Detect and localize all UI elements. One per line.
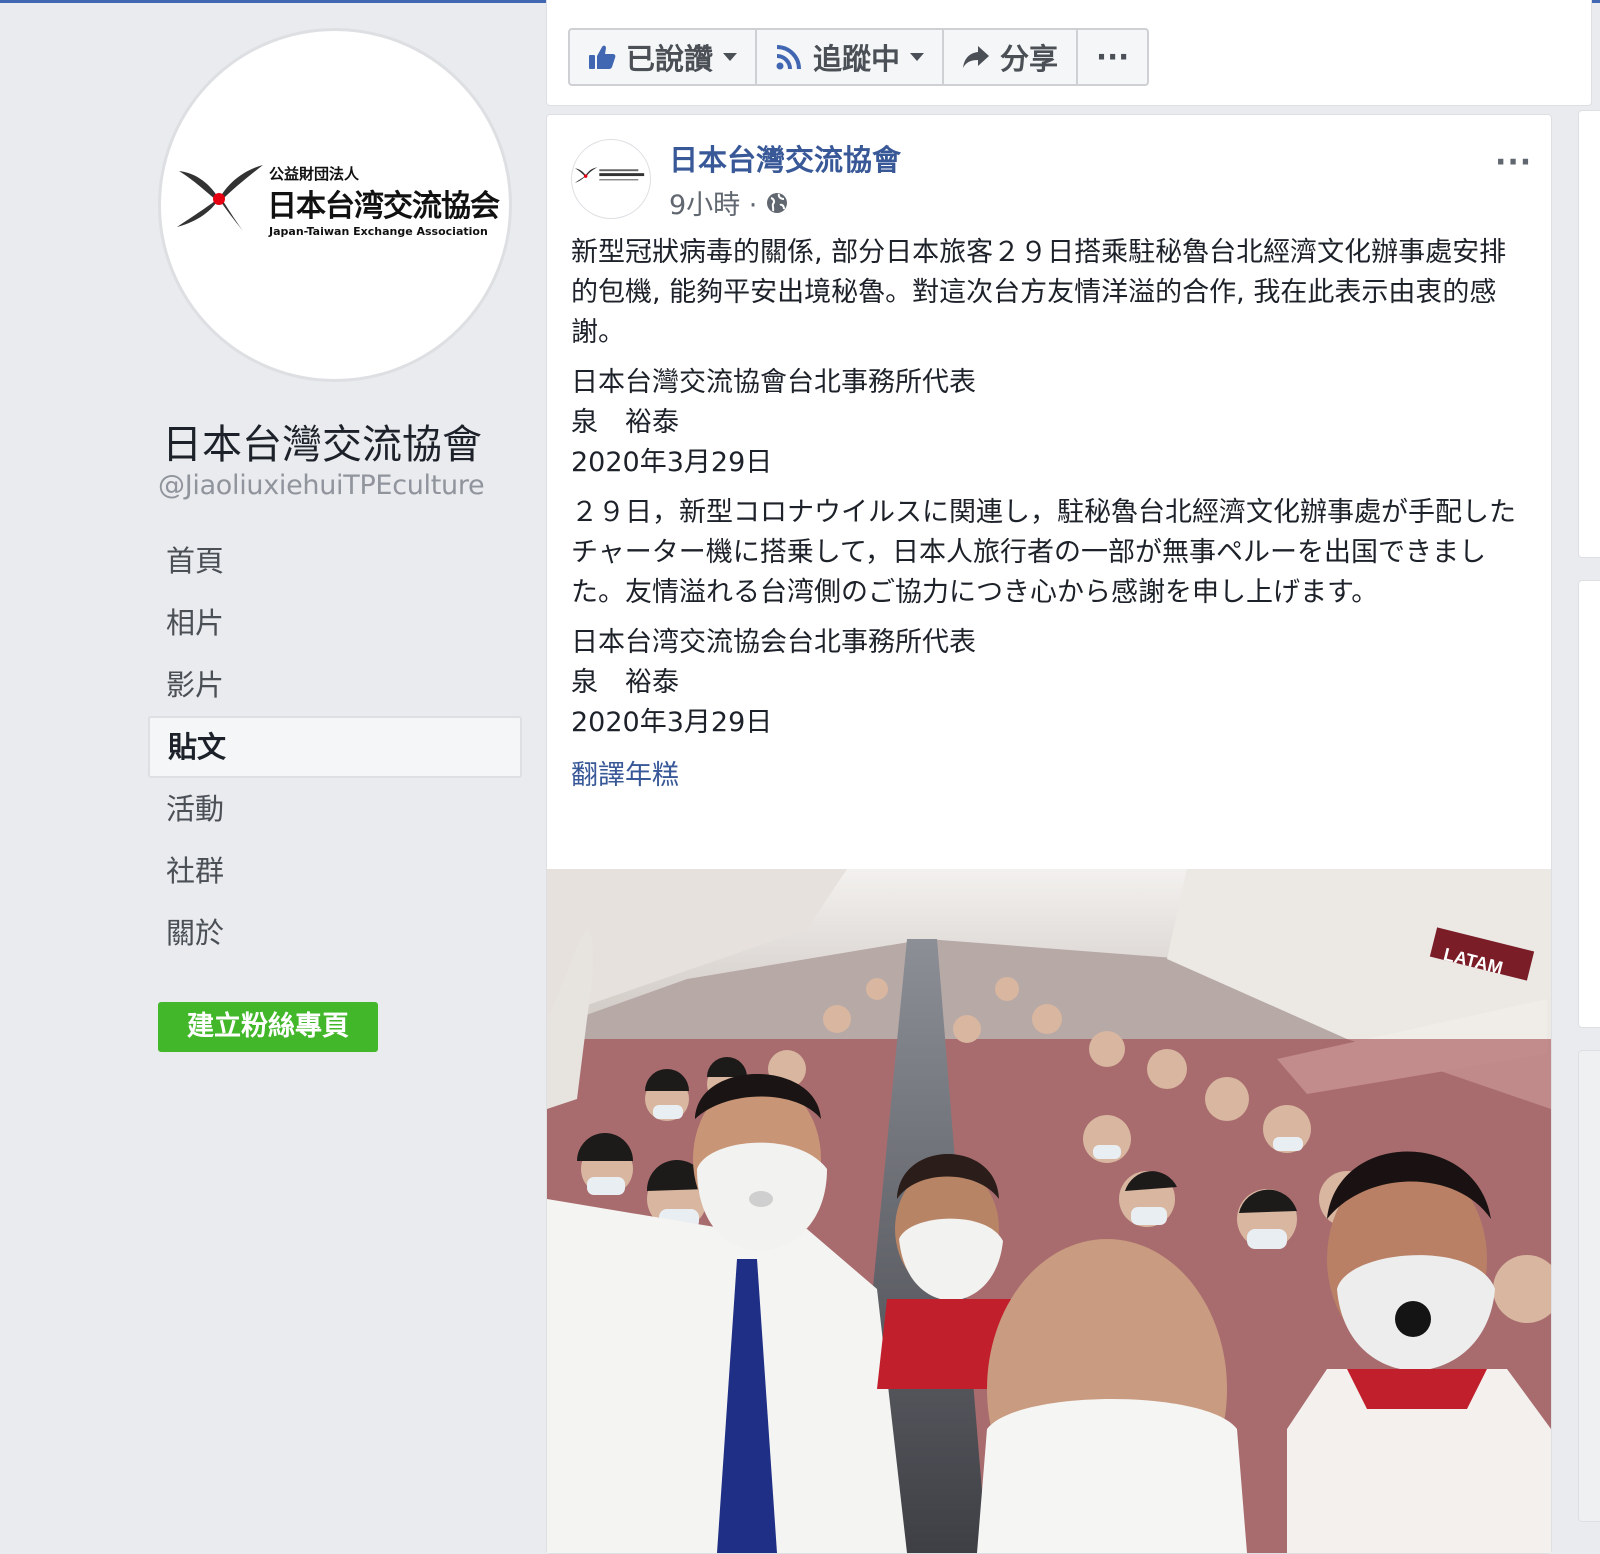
following-button[interactable]: 追蹤中: [757, 30, 945, 84]
nav-item-about[interactable]: 關於: [148, 902, 522, 964]
post-paragraph-ja: ２９日，新型コロナウイルスに関連し，駐秘魯台北經濟文化辦事處が手配したチャーター…: [571, 497, 1516, 608]
nav-item-posts[interactable]: 貼文: [148, 716, 522, 778]
post-timestamp[interactable]: 9小時 ·: [669, 183, 757, 222]
translate-link[interactable]: 翻譯年糕: [571, 753, 1533, 792]
logo-mark-icon: [574, 167, 645, 183]
post-author-name[interactable]: 日本台灣交流協會: [669, 137, 901, 179]
more-dots-icon: ···: [1096, 40, 1130, 74]
page-nav: 首頁 相片 影片 貼文 活動 社群 關於: [148, 530, 522, 964]
post-photo[interactable]: LATAM: [547, 869, 1551, 1553]
page-action-bar: 已說讚 追蹤中 分享 ···: [568, 28, 1150, 86]
post-paragraph-zh: 新型冠狀病毒的關係, 部分日本旅客２９日搭乘駐秘魯台北經濟文化辦事處安排的包機,…: [571, 237, 1507, 348]
page-logo: 公益財団法人 日本台湾交流協会 Japan-Taiwan Exchange As…: [171, 151, 501, 261]
airplane-cabin-selfie-image: LATAM: [547, 869, 1551, 1553]
post-signature-zh: 日本台灣交流協會台北事務所代表 泉 裕泰 2020年3月29日: [571, 367, 976, 478]
page-profile-picture[interactable]: 公益財団法人 日本台湾交流協会 Japan-Taiwan Exchange As…: [158, 28, 512, 382]
post-card: 日本台灣交流協會 9小時 · ··· 新型冠狀病毒的關係, 部分日本旅客２９日搭…: [546, 114, 1552, 1554]
post-signature-ja: 日本台湾交流協会台北事務所代表 泉 裕泰 2020年3月29日: [571, 627, 976, 738]
share-button[interactable]: 分享: [944, 30, 1079, 84]
nav-item-community[interactable]: 社群: [148, 840, 522, 902]
logo-english: Japan-Taiwan Exchange Association: [269, 225, 488, 238]
post-body: 新型冠狀病毒的關係, 部分日本旅客２９日搭乘駐秘魯台北經濟文化辦事處安排的包機,…: [571, 233, 1533, 792]
globe-icon: [767, 192, 788, 213]
logo-mark-icon: [177, 165, 263, 231]
right-column-map-card: [1578, 1050, 1600, 1522]
right-column-card: [1578, 110, 1600, 558]
post-author-avatar[interactable]: [571, 139, 651, 219]
share-arrow-icon: [963, 46, 990, 68]
nav-item-photos[interactable]: 相片: [148, 592, 522, 654]
page-title[interactable]: 日本台灣交流協會: [162, 412, 482, 470]
liked-label: 已說讚: [626, 42, 714, 76]
create-page-button[interactable]: 建立粉絲專頁: [158, 1002, 378, 1052]
post-meta: 9小時 ·: [669, 183, 789, 222]
nav-item-home[interactable]: 首頁: [148, 530, 522, 592]
chevron-down-icon: [723, 53, 738, 61]
logo-title: 日本台湾交流協会: [267, 189, 500, 224]
more-actions-button[interactable]: ···: [1078, 30, 1147, 84]
rss-icon: [776, 45, 802, 70]
right-column-card: [1578, 580, 1600, 1028]
thumbs-up-icon: [589, 45, 616, 69]
following-label: 追蹤中: [813, 42, 901, 76]
post-options-button[interactable]: ···: [1495, 145, 1532, 180]
nav-item-videos[interactable]: 影片: [148, 654, 522, 716]
page-handle[interactable]: @JiaoliuxiehuiTPEculture: [158, 470, 485, 501]
chevron-down-icon: [910, 53, 925, 61]
nav-item-events[interactable]: 活動: [148, 778, 522, 840]
liked-button[interactable]: 已說讚: [570, 30, 758, 84]
share-label: 分享: [1000, 42, 1059, 76]
